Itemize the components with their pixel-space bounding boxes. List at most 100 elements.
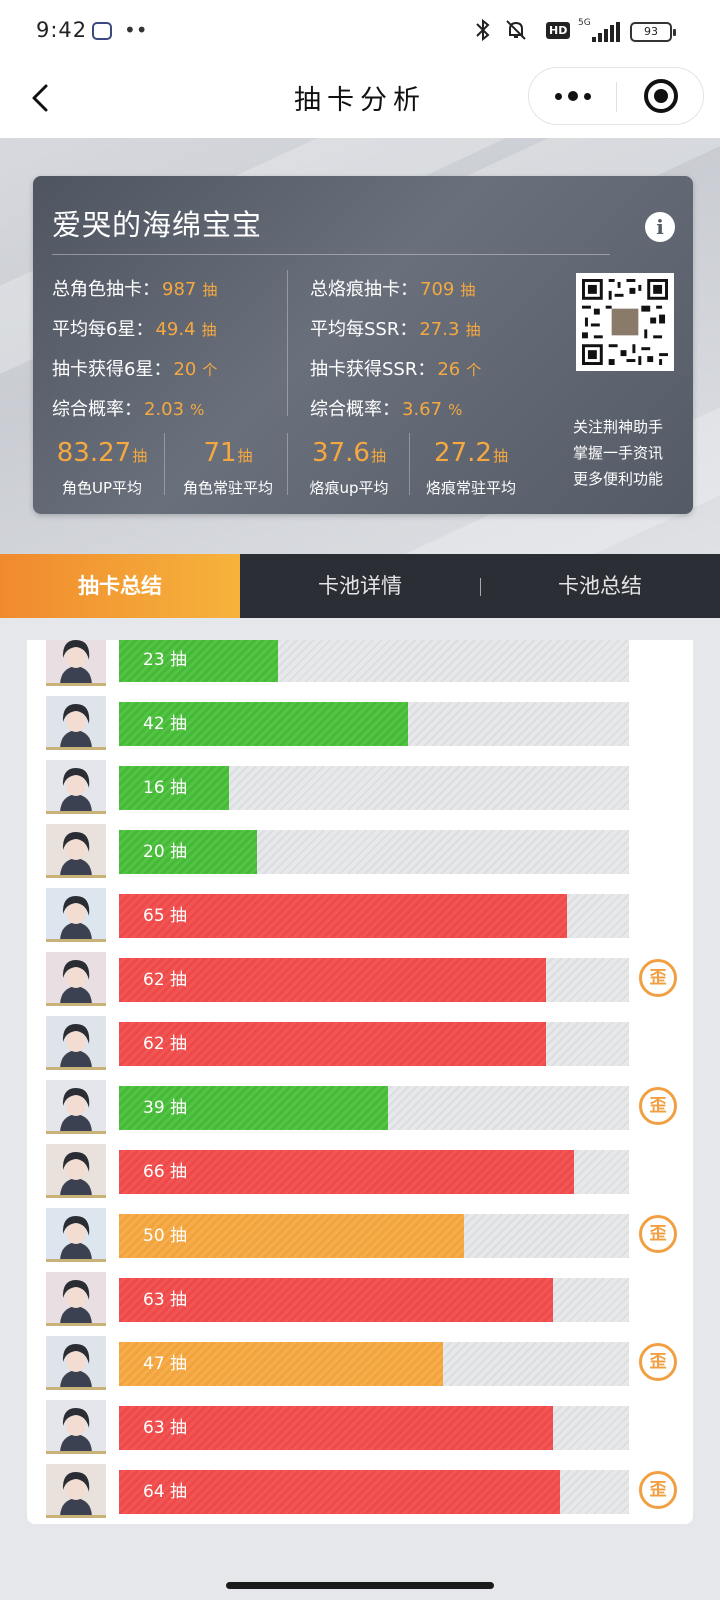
pull-row[interactable]: 23 抽 <box>27 640 693 695</box>
capsule-divider <box>616 82 617 112</box>
stat-ssr-obtained: 抽卡获得SSR： 26 个 <box>310 359 482 380</box>
app-notification-icon <box>92 22 112 40</box>
close-mini-program-button[interactable] <box>644 79 678 113</box>
pull-count-label: 63 抽 <box>143 1418 188 1438</box>
pull-count-label: 66 抽 <box>143 1162 188 1182</box>
pull-bar-track: 20 抽 <box>119 830 629 874</box>
pull-bar-track: 62 抽 <box>119 1022 629 1066</box>
character-avatar <box>46 952 106 1006</box>
pull-bar-track: 65 抽 <box>119 894 629 938</box>
character-avatar <box>46 760 106 814</box>
pull-row[interactable]: 65 抽 <box>27 887 693 951</box>
character-avatar <box>46 1336 106 1390</box>
pull-bar-track: 64 抽 <box>119 1470 629 1514</box>
pull-count-label: 39 抽 <box>143 1098 188 1118</box>
pull-count-label: 50 抽 <box>143 1226 188 1246</box>
tab-pull-summary[interactable]: 抽卡总结 <box>0 554 240 618</box>
pull-bar-track: 23 抽 <box>119 640 629 682</box>
character-avatar <box>46 1464 106 1518</box>
pull-bar-track: 39 抽 <box>119 1086 629 1130</box>
off-banner-badge: 歪 <box>639 1471 677 1509</box>
pull-row[interactable]: 20 抽 <box>27 823 693 887</box>
pull-row[interactable]: 47 抽 歪 <box>27 1335 693 1399</box>
pull-count-label: 23 抽 <box>143 650 188 670</box>
character-avatar <box>46 1208 106 1262</box>
pull-bar-track: 47 抽 <box>119 1342 629 1386</box>
off-banner-badge: 歪 <box>639 1343 677 1381</box>
pull-history-list[interactable]: 23 抽 42 抽 16 抽 20 抽 65 抽 62 抽歪 62 抽 39 抽歪 66 抽 50… <box>27 640 693 1524</box>
pull-row[interactable]: 42 抽 <box>27 695 693 759</box>
stat-avg-per-ssr: 平均每SSR： 27.3 抽 <box>310 319 481 340</box>
pull-count-label: 62 抽 <box>143 970 188 990</box>
user-name: 爱哭的海绵宝宝 <box>52 208 263 242</box>
bell-muted-icon <box>504 18 528 47</box>
pull-bar-track: 66 抽 <box>119 1150 629 1194</box>
pull-row[interactable]: 62 抽 <box>27 1015 693 1079</box>
follow-line-3: 更多便利功能 <box>573 470 664 488</box>
character-avatar <box>46 640 106 686</box>
stat-6star-obtained: 抽卡获得6星： 20 个 <box>52 359 218 380</box>
divider <box>287 433 288 495</box>
pull-row[interactable]: 64 抽 歪 <box>27 1463 693 1524</box>
pull-count-label: 20 抽 <box>143 842 188 862</box>
pull-bar-track: 63 抽 <box>119 1278 629 1322</box>
nav-bar: 抽卡分析 <box>0 62 720 138</box>
status-time: 9:42 <box>36 18 88 42</box>
tab-pool-details[interactable]: 卡池详情 <box>240 554 480 618</box>
pull-row[interactable]: 66 抽 <box>27 1143 693 1207</box>
pull-count-label: 62 抽 <box>143 1034 188 1054</box>
pull-row[interactable]: 62 抽 歪 <box>27 951 693 1015</box>
follow-line-1: 关注荆神助手 <box>573 418 664 436</box>
pull-count-label: 47 抽 <box>143 1354 188 1374</box>
stat-character-rate: 综合概率： 2.03% <box>52 399 205 420</box>
character-avatar <box>46 824 106 878</box>
stat-avg-per-6star: 平均每6星： 49.4 抽 <box>52 319 217 340</box>
status-bar: 9:42 •• HD 5G 93 <box>0 0 720 62</box>
pull-row[interactable]: 63 抽 <box>27 1271 693 1335</box>
character-avatar <box>46 1144 106 1198</box>
hd-badge: HD <box>546 22 571 39</box>
more-button[interactable] <box>529 68 617 124</box>
avg-imprint-up: 37.6抽 烙痕up平均 <box>309 438 389 497</box>
network-type: 5G <box>578 18 591 28</box>
info-icon[interactable]: i <box>645 212 675 242</box>
divider <box>409 433 410 495</box>
avg-imprint-standard: 27.2抽 烙痕常驻平均 <box>425 438 516 497</box>
pull-row[interactable]: 39 抽 歪 <box>27 1079 693 1143</box>
stat-total-character-pulls: 总角色抽卡： 987 抽 <box>52 279 218 300</box>
more-notifications-icon: •• <box>124 18 148 42</box>
pull-bar-track: 50 抽 <box>119 1214 629 1258</box>
pull-bar-fill <box>119 1150 574 1194</box>
qr-code <box>576 273 674 371</box>
character-avatar <box>46 696 106 750</box>
tab-pool-summary[interactable]: 卡池总结 <box>480 554 720 618</box>
off-banner-badge: 歪 <box>639 1215 677 1253</box>
pull-row[interactable]: 63 抽 <box>27 1399 693 1463</box>
stat-imprint-rate: 综合概率： 3.67% <box>310 399 463 420</box>
pull-bar-track: 16 抽 <box>119 766 629 810</box>
character-avatar <box>46 888 106 942</box>
character-avatar <box>46 1016 106 1070</box>
character-avatar <box>46 1080 106 1134</box>
character-avatar <box>46 1272 106 1326</box>
stats-card: 爱哭的海绵宝宝 i 总角色抽卡： 987 抽 平均每6星： 49.4 抽 抽卡获得6星：… <box>33 176 693 514</box>
mini-program-capsule <box>528 67 704 125</box>
tab-bar: 抽卡总结 卡池详情 卡池总结 <box>0 554 720 618</box>
pull-row[interactable]: 16 抽 <box>27 759 693 823</box>
divider <box>52 254 610 255</box>
follow-line-2: 掌握一手资讯 <box>573 444 664 462</box>
divider <box>287 270 288 416</box>
pull-bar-fill <box>119 830 257 874</box>
home-indicator[interactable] <box>226 1582 494 1589</box>
character-avatar <box>46 1400 106 1454</box>
pull-count-label: 63 抽 <box>143 1290 188 1310</box>
pull-bar-track: 63 抽 <box>119 1406 629 1450</box>
pull-count-label: 16 抽 <box>143 778 188 798</box>
divider <box>164 433 165 495</box>
qr-code-image <box>582 279 668 365</box>
signal-icon <box>590 22 620 42</box>
off-banner-badge: 歪 <box>639 1087 677 1125</box>
pull-bar-track: 42 抽 <box>119 702 629 746</box>
battery-icon: 93 <box>630 22 676 42</box>
pull-row[interactable]: 50 抽 歪 <box>27 1207 693 1271</box>
